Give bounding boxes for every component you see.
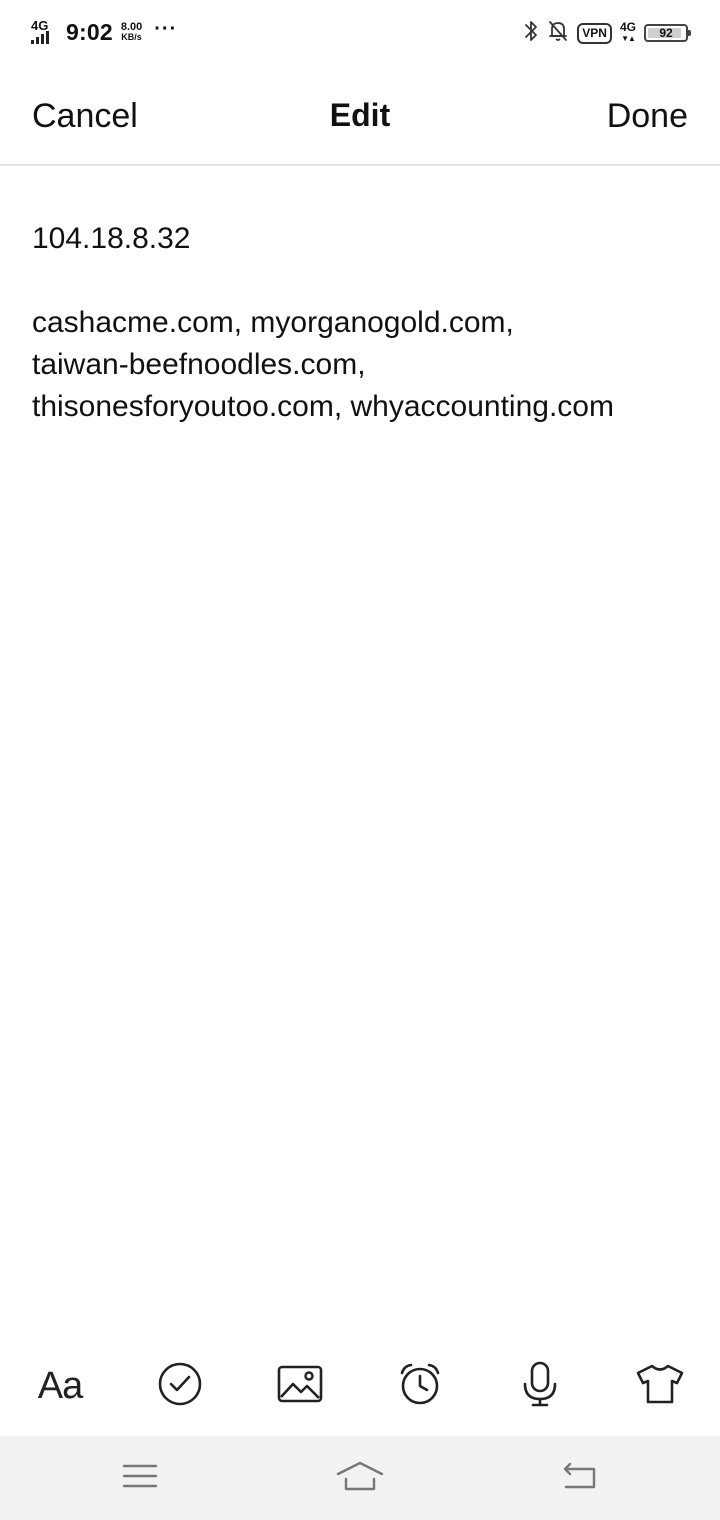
theme-button[interactable] [620,1340,700,1432]
home-button[interactable] [320,1450,400,1506]
vpn-badge: VPN [577,22,612,44]
network-speed-unit: KB/s [121,32,142,42]
silent-bell-icon [547,19,569,48]
recent-apps-button[interactable] [100,1450,180,1506]
header: Cancel Edit Done [0,64,720,166]
status-left: 4G 9:02 8.00 KB/s ··· [30,14,177,50]
insert-image-button[interactable] [260,1340,340,1432]
home-icon [335,1459,385,1498]
checklist-icon [157,1361,203,1412]
shirt-icon [635,1363,685,1410]
note-line: thisonesforyoutoo.com, whyaccounting.com [32,390,614,423]
status-time: 9:02 [66,18,113,45]
navigation-bar [0,1436,720,1520]
back-icon [560,1461,600,1496]
status-right: VPN 4G ▼▲ 92 [523,16,691,50]
reminder-button[interactable] [380,1340,460,1432]
signal-icon: 4G [30,17,58,47]
battery-icon: 92 [644,24,691,42]
battery-level: 92 [659,26,673,40]
alarm-clock-icon [397,1361,443,1412]
font-icon: Aa [37,1364,83,1407]
note-line: cashacme.com, myorganogold.com, [32,306,514,339]
done-button[interactable]: Done [607,97,688,136]
mobile-data-label: 4G [619,20,636,34]
bluetooth-icon [523,19,539,48]
note-line: taiwan-beefnoodles.com, [32,348,366,381]
microphone-icon [520,1360,560,1413]
more-notifications-icon: ··· [154,17,178,40]
note-line [32,260,692,302]
image-icon [277,1364,323,1409]
back-button[interactable] [540,1450,620,1506]
editor-toolbar: Aa [0,1340,720,1432]
checklist-button[interactable] [140,1340,220,1432]
status-bar: 4G 9:02 8.00 KB/s ··· VPN 4G ▼▲ 92 [0,0,720,64]
network-speed: 8.00 KB/s [120,21,143,43]
menu-icon [122,1462,158,1495]
font-button[interactable]: Aa [20,1340,100,1432]
voice-input-button[interactable] [500,1340,580,1432]
note-line: 104.18.8.32 [32,222,191,255]
note-text-area[interactable]: 104.18.8.32 cashacme.com, myorganogold.c… [32,218,692,428]
network-speed-value: 8.00 [120,21,143,33]
mobile-data-icon: 4G ▼▲ [619,20,636,43]
